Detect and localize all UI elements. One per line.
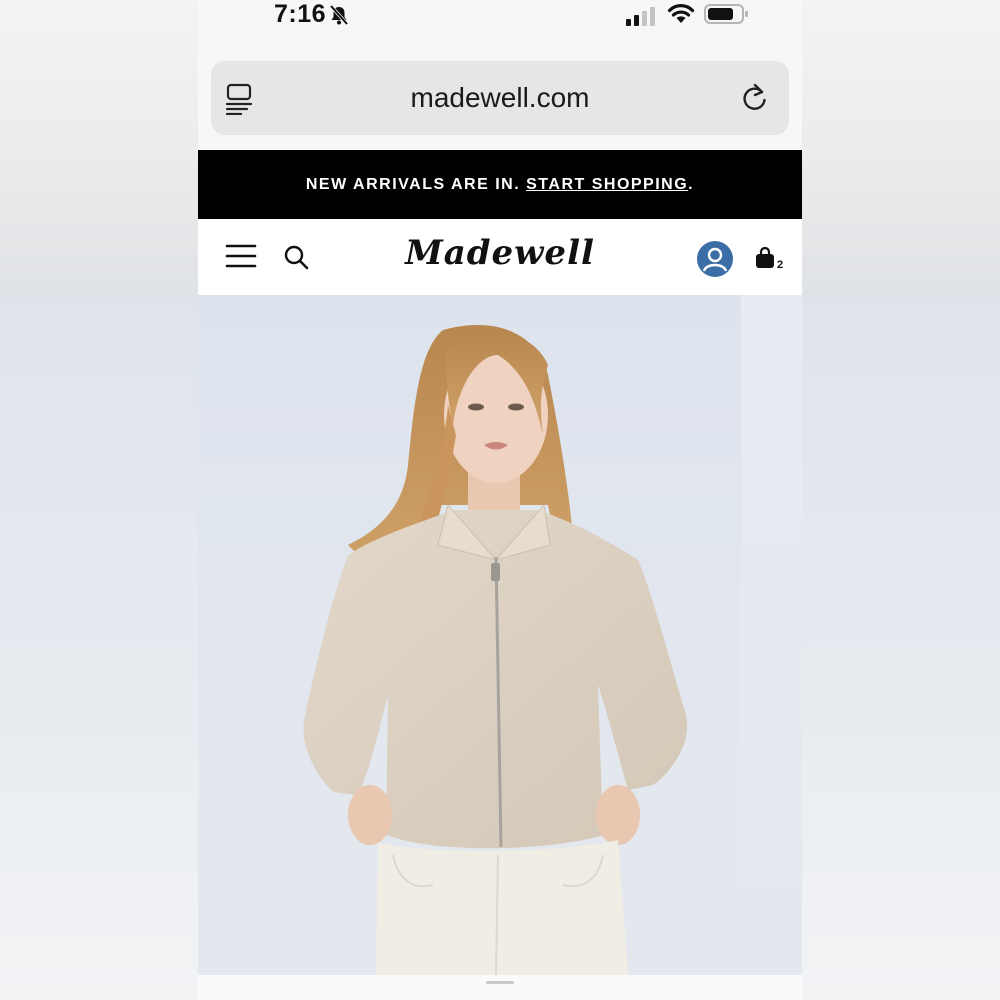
next-image-peek[interactable] — [741, 295, 802, 975]
start-shopping-link[interactable]: START SHOPPING — [526, 176, 688, 193]
wifi-icon — [667, 2, 695, 29]
status-bar: 7:16 — [198, 0, 802, 48]
reload-icon[interactable] — [740, 81, 770, 118]
url-text[interactable]: madewell.com — [211, 82, 789, 114]
address-bar[interactable]: madewell.com — [211, 61, 789, 135]
site-header: Madewell 2 — [198, 219, 802, 295]
bell-slash-icon — [328, 4, 350, 31]
cart-count: 2 — [777, 259, 784, 271]
promo-trailing: . — [688, 176, 695, 193]
phone-screen: 7:16 madewell.com NEW ARRIVALS ARE IN. S… — [198, 0, 802, 1000]
hero-image[interactable] — [198, 295, 741, 975]
promo-text: NEW ARRIVALS ARE IN. — [305, 176, 527, 193]
promo-banner: NEW ARRIVALS ARE IN. START SHOPPING. — [198, 150, 802, 219]
battery-icon — [704, 3, 750, 30]
scroll-indicator — [486, 981, 514, 984]
signal-icon — [626, 6, 660, 31]
status-time: 7:16 — [274, 0, 327, 28]
bag-icon[interactable] — [755, 246, 775, 274]
account-icon[interactable] — [697, 241, 733, 282]
model-illustration — [303, 325, 688, 975]
bottom-strip — [198, 975, 802, 1000]
